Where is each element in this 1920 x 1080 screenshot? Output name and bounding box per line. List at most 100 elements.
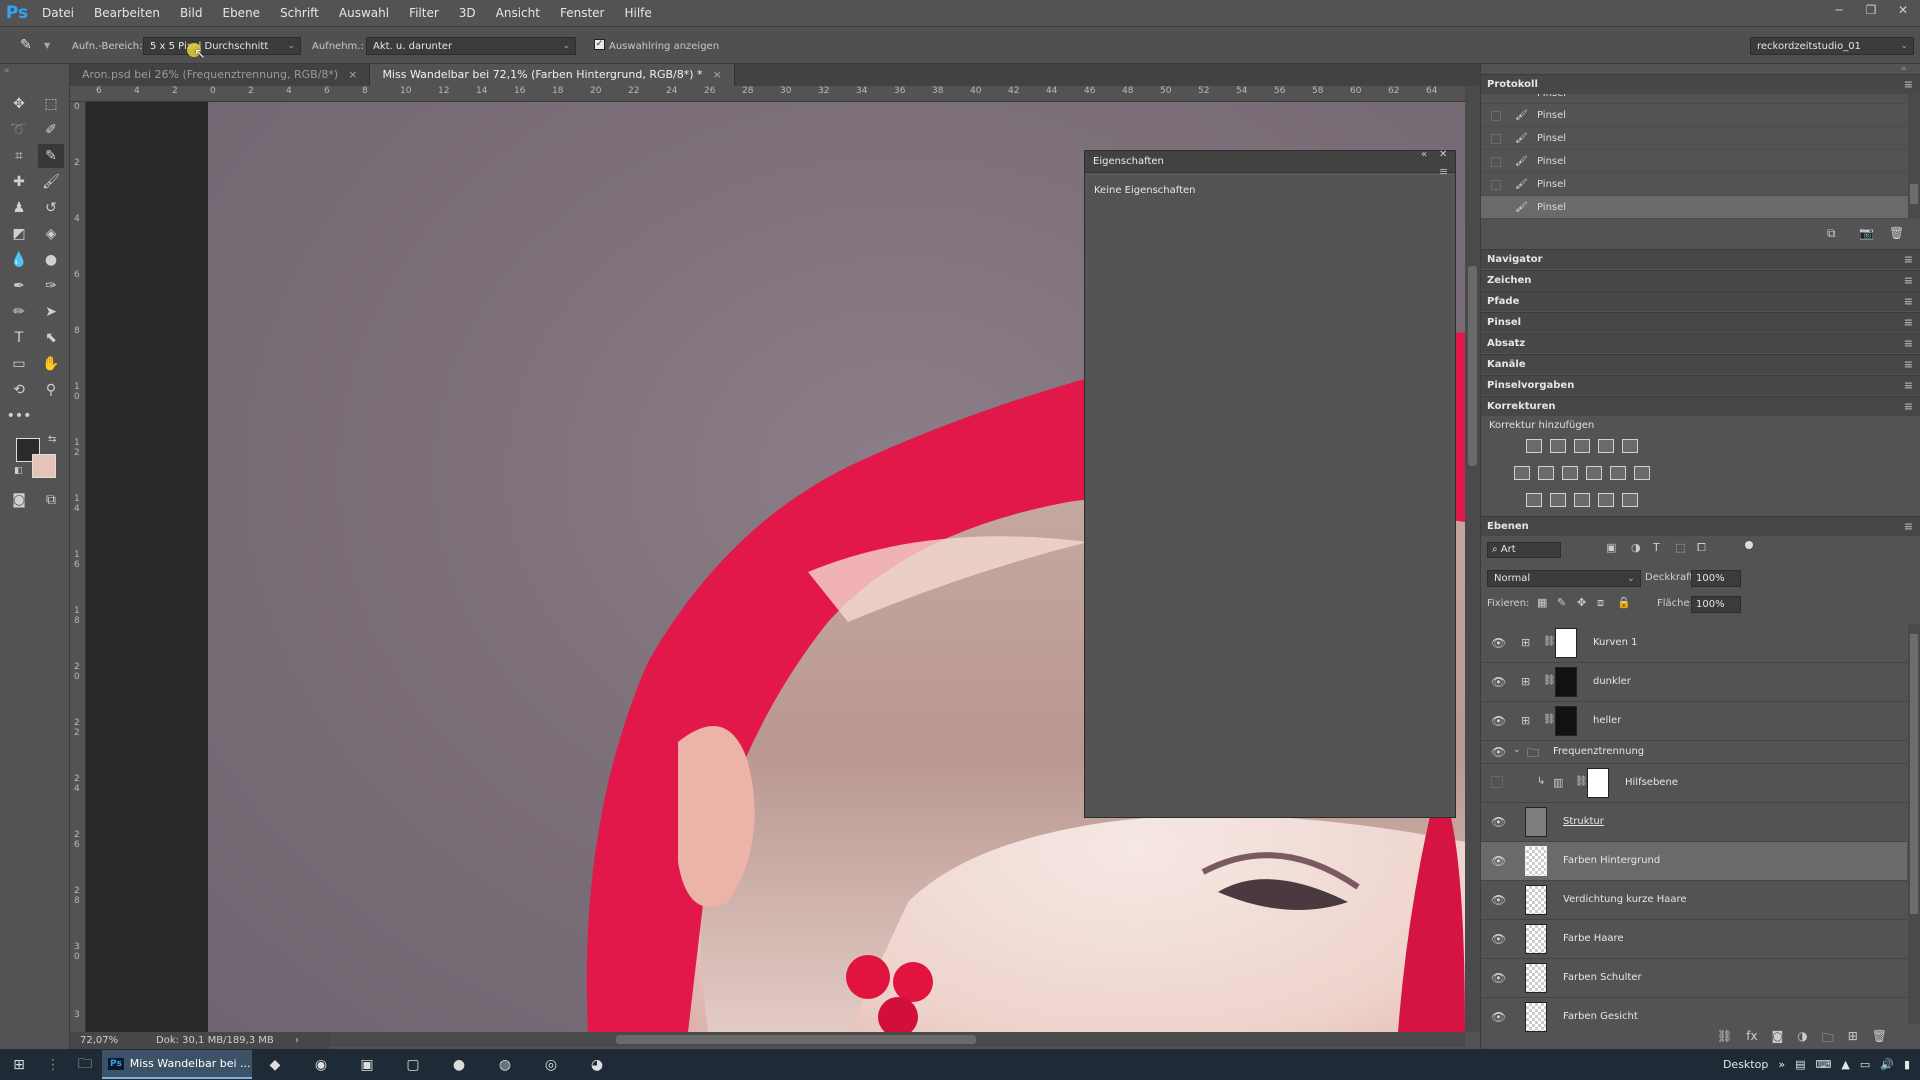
chrome-app-icon[interactable]: ◕ — [574, 1049, 620, 1080]
lock-transparent-icon[interactable]: ▦ — [1537, 596, 1547, 609]
layer-filter-select[interactable]: ⌕ Art — [1487, 542, 1561, 558]
visibility-eye-icon[interactable]: 👁 — [1491, 932, 1506, 946]
rectangle-tool-icon[interactable]: ▭ — [6, 352, 32, 376]
clone-stamp-tool-icon[interactable]: ♟ — [6, 196, 32, 220]
quick-mask-icon[interactable]: ◙ — [6, 488, 32, 512]
visibility-eye-icon[interactable]: 👁 — [1491, 971, 1506, 985]
layer-row[interactable]: 👁 Verdichtung kurze Haare — [1481, 881, 1907, 920]
shape-layer-filter-icon[interactable]: ⬚ — [1675, 541, 1685, 554]
crop-tool-icon[interactable]: ⌗ — [6, 144, 32, 168]
freeform-pen-tool-icon[interactable]: ✑ — [38, 274, 64, 298]
visibility-eye-icon[interactable]: 👁 — [1491, 675, 1506, 689]
volume-icon[interactable]: 🔊 — [1880, 1058, 1894, 1071]
brush-presets-panel-header[interactable]: Pinselvorgaben ≡ — [1481, 375, 1920, 395]
layer-thumbnail[interactable] — [1525, 1002, 1547, 1032]
close-button[interactable]: ✕ — [1892, 3, 1914, 17]
firefox-app-icon[interactable]: ◉ — [298, 1049, 344, 1080]
doc-tab-aron[interactable]: Aron.psd bei 26% (Frequenztrennung, RGB/… — [70, 64, 371, 86]
layer-row[interactable]: 👁 ⊞ ⛓ dunkler — [1481, 663, 1907, 702]
layer-mask-thumbnail[interactable] — [1555, 628, 1577, 658]
move-tool-icon[interactable]: ✥ — [6, 92, 32, 116]
group-expand-chevron-icon[interactable]: ⌄ — [1513, 745, 1521, 755]
paths-panel-header[interactable]: Pfade ≡ — [1481, 291, 1920, 311]
history-snapshot-box[interactable] — [1491, 203, 1501, 213]
windows-start-icon[interactable]: ⊞ — [0, 1049, 38, 1080]
vibrance-icon[interactable] — [1622, 439, 1638, 453]
menu-bearbeiten[interactable]: Bearbeiten — [84, 0, 170, 26]
menu-filter[interactable]: Filter — [399, 0, 449, 26]
history-item[interactable]: 🖌 Pinsel — [1481, 173, 1908, 196]
history-snapshot-box[interactable] — [1491, 111, 1501, 121]
sample-size-select[interactable]: 5 x 5 Pixel Durchschnitt ⌄ — [143, 37, 301, 55]
panel-menu-icon[interactable]: ≡ — [1904, 250, 1913, 270]
blend-mode-select[interactable]: Normal ⌄ — [1487, 570, 1641, 587]
black-white-icon[interactable] — [1562, 466, 1578, 480]
lock-artboard-icon[interactable]: ⧈ — [1597, 596, 1604, 610]
scroll-thumb[interactable] — [1910, 184, 1918, 204]
fill-input[interactable]: 100% — [1691, 596, 1741, 613]
healing-brush-tool-icon[interactable]: ✚ — [6, 170, 32, 194]
menu-schrift[interactable]: Schrift — [270, 0, 329, 26]
visibility-toggle-off[interactable] — [1491, 776, 1503, 788]
selective-color-icon[interactable] — [1598, 493, 1614, 507]
threshold-icon[interactable] — [1574, 493, 1590, 507]
channels-panel-header[interactable]: Kanäle ≡ — [1481, 354, 1920, 374]
history-item[interactable]: 🖌 Pinsel — [1481, 127, 1908, 150]
lock-all-icon[interactable]: 🔒 — [1617, 596, 1631, 609]
character-panel-header[interactable]: Zeichen ≡ — [1481, 270, 1920, 290]
history-panel-header[interactable]: Protokoll ≡ — [1481, 74, 1920, 94]
visibility-eye-icon[interactable]: 👁 — [1491, 714, 1506, 728]
navigator-panel-header[interactable]: Navigator ≡ — [1481, 249, 1920, 269]
file-explorer-icon[interactable]: 🗀 — [68, 1049, 102, 1080]
layer-row-selected[interactable]: 👁 Farben Hintergrund — [1481, 842, 1907, 881]
panel-menu-icon[interactable]: ≡ — [1904, 313, 1913, 333]
layers-panel-header[interactable]: Ebenen ≡ — [1481, 516, 1920, 536]
menu-fenster[interactable]: Fenster — [550, 0, 615, 26]
visibility-eye-icon[interactable]: 👁 — [1491, 1010, 1506, 1024]
menu-ansicht[interactable]: Ansicht — [486, 0, 550, 26]
direct-selection-tool-icon[interactable]: ➤ — [38, 300, 64, 324]
mail-app-icon[interactable]: ◍ — [482, 1049, 528, 1080]
properties-panel-header[interactable]: Eigenschaften — [1085, 151, 1455, 173]
trash-icon[interactable]: 🗑 — [1872, 1029, 1887, 1050]
menu-bild[interactable]: Bild — [170, 0, 213, 26]
type-tool-icon[interactable]: T — [6, 326, 32, 350]
visibility-eye-icon[interactable]: 👁 — [1491, 893, 1506, 907]
screen-mode-icon[interactable]: ⧉ — [38, 488, 64, 512]
history-item-selected[interactable]: 🖌 Pinsel — [1481, 196, 1908, 219]
filter-toggle-icon[interactable] — [1745, 541, 1753, 549]
lock-position-icon[interactable]: ✥ — [1577, 596, 1586, 609]
paragraph-panel-header[interactable]: Absatz ≡ — [1481, 333, 1920, 353]
layer-row[interactable]: 👁 Farbe Haare — [1481, 920, 1907, 959]
menu-auswahl[interactable]: Auswahl — [329, 0, 399, 26]
new-document-from-state-icon[interactable]: ⧉ — [1827, 226, 1836, 241]
link-layers-icon[interactable]: ⛓ — [1717, 1029, 1732, 1050]
history-snapshot-box[interactable] — [1491, 157, 1501, 167]
restore-button[interactable]: ❐ — [1860, 3, 1882, 17]
layers-scrollbar[interactable] — [1908, 624, 1920, 1024]
doc-tab-miss-wandelbar[interactable]: Miss Wandelbar bei 72,1% (Farben Hinterg… — [370, 64, 735, 86]
type-layer-filter-icon[interactable]: T — [1653, 541, 1660, 554]
sample-select[interactable]: Akt. u. darunter ⌄ — [366, 37, 576, 55]
layer-mask-thumbnail[interactable] — [1555, 667, 1577, 697]
layer-mask-thumbnail[interactable] — [1555, 706, 1577, 736]
canvas-vertical-scrollbar[interactable] — [1465, 86, 1480, 1032]
channel-mixer-icon[interactable] — [1610, 466, 1626, 480]
add-mask-icon[interactable]: ◙ — [1772, 1029, 1784, 1050]
new-adjustment-icon[interactable]: ◑ — [1797, 1029, 1807, 1050]
eyedropper-icon[interactable]: ✎ — [20, 37, 32, 53]
invert-icon[interactable] — [1526, 493, 1542, 507]
panel-menu-icon[interactable]: ≡ — [1904, 271, 1913, 291]
show-ring-checkbox[interactable]: ✓ — [594, 39, 605, 50]
bridge-app-icon[interactable]: ◆ — [252, 1049, 298, 1080]
panel-menu-icon[interactable]: ≡ — [1904, 292, 1913, 312]
trash-icon[interactable]: 🗑 — [1889, 226, 1904, 240]
menu-hilfe[interactable]: Hilfe — [614, 0, 661, 26]
opacity-input[interactable]: 100% — [1691, 570, 1741, 587]
panel-menu-icon[interactable]: ≡ — [1904, 355, 1913, 375]
layer-thumbnail[interactable] — [1525, 807, 1547, 837]
eyedropper-tool-icon[interactable]: ✎ — [38, 144, 64, 168]
toolbar-overflow-icon[interactable]: » — [1778, 1058, 1785, 1071]
color-lookup-icon[interactable] — [1634, 466, 1650, 480]
hue-saturation-icon[interactable] — [1514, 466, 1530, 480]
